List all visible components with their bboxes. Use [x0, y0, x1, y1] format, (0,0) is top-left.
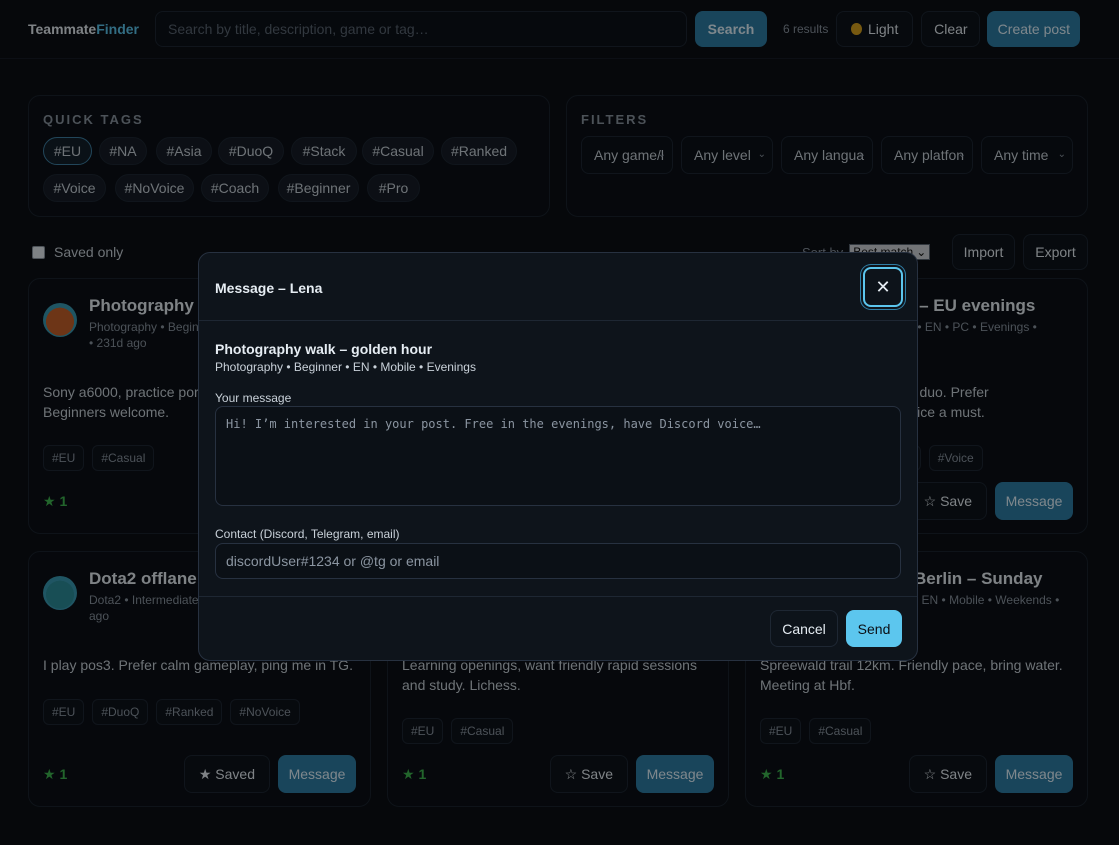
contact-label: Contact (Discord, Telegram, email) — [215, 527, 400, 541]
contact-input[interactable] — [215, 543, 901, 579]
message-textarea[interactable] — [215, 406, 901, 506]
modal-footer-divider — [199, 596, 917, 597]
modal-header: Message – Lena ✕ — [199, 253, 917, 321]
modal-post-title: Photography walk – golden hour — [215, 341, 433, 357]
send-button[interactable]: Send — [846, 610, 902, 647]
modal-title: Message – Lena — [215, 280, 323, 296]
close-icon: ✕ — [875, 276, 891, 297]
message-label: Your message — [215, 391, 292, 405]
close-button[interactable]: ✕ — [863, 267, 903, 307]
modal-post-meta: Photography • Beginner • EN • Mobile • E… — [215, 360, 476, 374]
cancel-button[interactable]: Cancel — [770, 610, 838, 647]
message-modal: Message – Lena ✕ Photography walk – gold… — [198, 252, 918, 661]
